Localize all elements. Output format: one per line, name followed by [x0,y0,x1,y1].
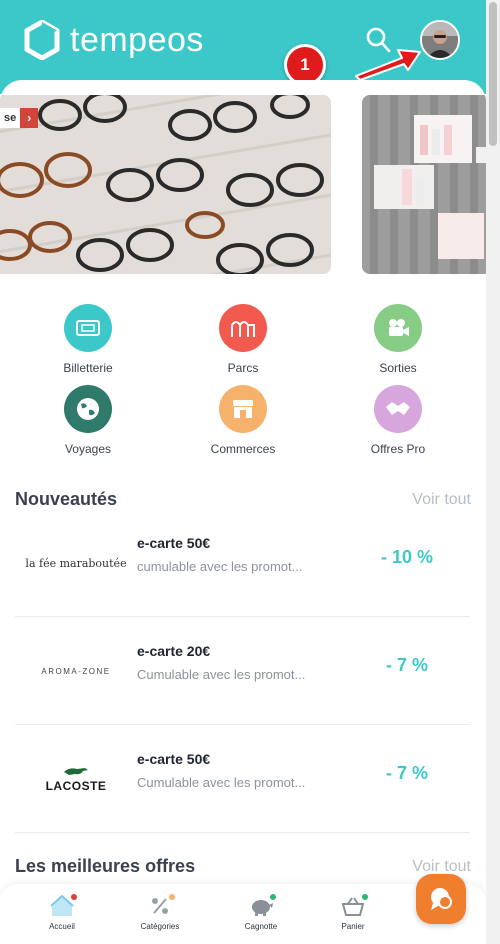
nav-dot [270,894,276,900]
voir-tout-link[interactable]: Voir tout [412,858,471,876]
section-header-nouveautes: Nouveautés Voir tout [15,489,471,510]
bottom-navigation: Accueil Catégories Cagnotte Panier [0,884,486,944]
offer-row[interactable]: LACOSTE e-carte 50€ Cumulable avec les p… [15,725,470,833]
nav-item-accueil[interactable]: Accueil [27,894,97,931]
section-title: Nouveautés [15,489,118,509]
category-billetterie[interactable]: Billetterie [28,304,148,375]
offer-row[interactable]: AROMA-ZONE e-carte 20€ Cumulable avec le… [15,617,470,725]
nav-label: Catégories [140,922,180,931]
category-label: Voyages [64,442,112,456]
nav-label: Panier [341,922,365,931]
category-label: Offres Pro [370,442,426,456]
category-voyages[interactable]: Voyages [28,385,148,456]
handshake-icon [374,385,422,433]
brand-logo-fee-maraboutee: la fée maraboutée [25,556,127,570]
nav-dot [362,894,368,900]
chat-button[interactable] [416,874,466,924]
offer-title: e-carte 50€ [137,751,211,767]
nav-dot [71,894,77,900]
avatar-photo-icon [422,22,458,58]
promo-banner-glasses[interactable]: se › [0,95,331,274]
section-header-meilleures-offres: Les meilleures offres Voir tout [15,856,471,877]
ticket-icon [64,304,112,352]
glasses-photo-icon [0,95,331,274]
banner-tag[interactable]: se › [0,108,39,128]
category-offres-pro[interactable]: Offres Pro [338,385,458,456]
nav-dot [169,894,175,900]
offer-discount: - 10 % [380,547,434,567]
user-avatar[interactable] [420,20,460,60]
nav-item-categories[interactable]: Catégories [125,894,195,931]
nav-label: Accueil [49,922,75,931]
brand-name: tempeos [70,21,204,59]
offer-title: e-carte 20€ [137,643,211,659]
park-icon [219,304,267,352]
chat-icon [431,888,452,910]
offer-discount: - 7 % [385,763,428,783]
category-sorties[interactable]: Sorties [338,304,458,375]
scrollbar[interactable] [486,0,500,944]
scrollbar-thumb[interactable] [489,2,497,146]
category-label: Parcs [227,361,259,375]
offer-subtitle: Cumulable avec les promot... [137,667,306,682]
promo-banner-cosmetics[interactable] [362,95,486,274]
brand-logo-aroma-zone: AROMA-ZONE [41,666,111,676]
pointer-arrow-icon [355,49,421,81]
shop-icon [219,385,267,433]
globe-icon [64,385,112,433]
category-label: Commerces [210,442,276,456]
offer-subtitle: Cumulable avec les promot... [137,775,306,790]
nav-label: Cagnotte [244,922,278,931]
tempeos-logo-icon [24,20,60,60]
category-commerces[interactable]: Commerces [183,385,303,456]
home-icon [49,894,77,918]
crocodile-icon [64,768,88,775]
offer-title: e-carte 50€ [137,535,211,551]
nav-item-cagnotte[interactable]: Cagnotte [226,894,296,931]
banner-tag-label: se [0,108,21,128]
brand-logo-lacoste: LACOSTE [15,725,137,833]
chevron-right-icon: › [20,108,39,128]
piggy-bank-icon [248,894,276,918]
category-label: Sorties [379,361,417,375]
offer-row[interactable]: la fée maraboutée e-carte 50€ cumulable … [15,509,470,617]
offer-subtitle: cumulable avec les promot... [137,559,303,574]
section-title: Les meilleures offres [15,856,196,876]
nav-item-panier[interactable]: Panier [318,894,388,931]
voir-tout-link[interactable]: Voir tout [412,491,471,509]
basket-icon [340,894,368,918]
brand-logo[interactable]: tempeos [24,20,204,60]
cosmetics-photo-icon [362,95,486,274]
discount-icon [147,894,175,918]
camera-icon [374,304,422,352]
offer-discount: - 7 % [385,655,428,675]
category-parcs[interactable]: Parcs [183,304,303,375]
main-content: se › Billetterie Parcs Sorties Voyages C… [0,80,486,944]
category-label: Billetterie [63,361,113,375]
